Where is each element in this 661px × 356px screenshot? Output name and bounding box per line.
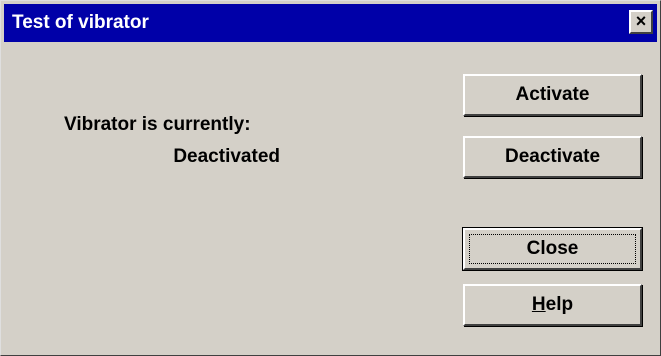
help-label-rest: elp: [545, 294, 574, 315]
title-bar[interactable]: Test of vibrator ×: [4, 4, 657, 42]
dialog-window: Test of vibrator × Vibrator is currently…: [0, 0, 661, 356]
close-window-button[interactable]: ×: [629, 10, 653, 34]
help-mnemonic: H: [531, 294, 546, 315]
window-title: Test of vibrator: [12, 12, 149, 33]
status-caption: Vibrator is currently:: [64, 114, 251, 135]
close-button[interactable]: Close: [462, 227, 643, 271]
deactivate-button-label: Deactivate: [504, 146, 601, 167]
help-button-label: Help: [532, 294, 573, 316]
activate-button[interactable]: Activate: [463, 74, 642, 116]
status-value: Deactivated: [173, 146, 280, 167]
deactivate-button[interactable]: Deactivate: [463, 136, 642, 178]
close-button-label: Close: [526, 238, 579, 259]
help-button[interactable]: Help: [463, 284, 642, 326]
dialog-body: Vibrator is currently: Deactivated Activ…: [4, 42, 657, 352]
activate-button-label: Activate: [515, 84, 590, 105]
close-icon: ×: [635, 11, 647, 31]
